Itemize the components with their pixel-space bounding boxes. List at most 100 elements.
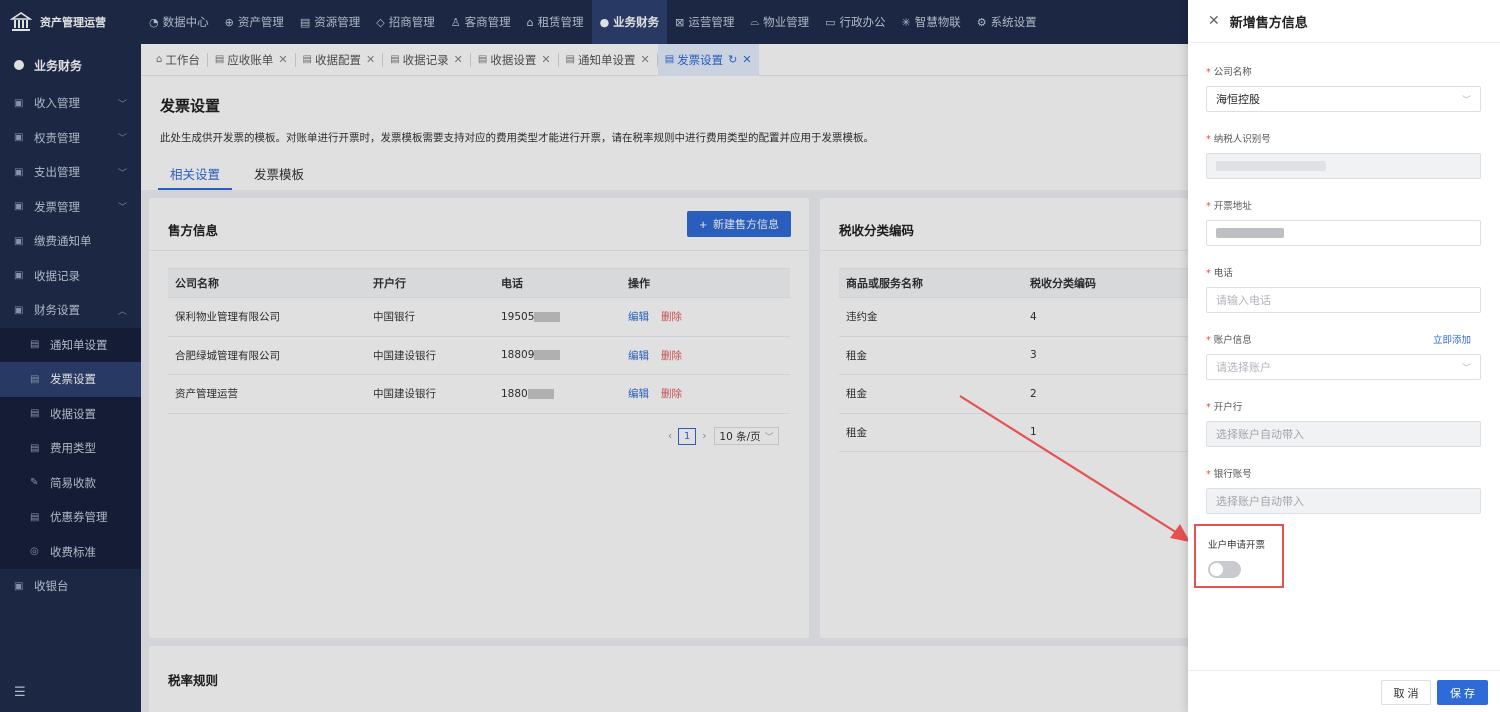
menu-icon: ▣ bbox=[14, 166, 24, 178]
brand[interactable]: 资产管理运营 bbox=[0, 0, 141, 44]
divider bbox=[820, 250, 1188, 251]
sidebar-subitem-3[interactable]: ▤ 费用类型 bbox=[0, 431, 141, 466]
nav-label: 智慧物联 bbox=[914, 15, 961, 29]
new-seller-label: 新建售方信息 bbox=[713, 219, 779, 231]
prev-page-icon[interactable]: ‹ bbox=[668, 430, 672, 442]
menu-icon: ▤ bbox=[30, 408, 40, 420]
column-header: 电话 bbox=[494, 268, 621, 298]
edit-link[interactable]: 编辑 bbox=[628, 388, 649, 400]
sidebar-item-0[interactable]: ▣ 收入管理 ﹀ bbox=[0, 86, 141, 121]
nav-item-5[interactable]: ⌂ 租赁管理 bbox=[519, 0, 592, 44]
page-tab-1[interactable]: ▤ 应收账单 ✕ bbox=[208, 44, 295, 76]
sidebar-subitem-1[interactable]: ▤ 发票设置 bbox=[0, 362, 141, 397]
chevron-down-icon: ﹀ bbox=[764, 432, 774, 443]
nav-item-3[interactable]: ◇ 招商管理 bbox=[368, 0, 442, 44]
nav-label: 行政办公 bbox=[839, 15, 886, 29]
nav-icon: ✳ bbox=[901, 15, 911, 29]
taxpayer-id-label: 纳税人识别号 bbox=[1213, 134, 1271, 145]
page-tab-6[interactable]: ▤ 发票设置 ↻ ✕ bbox=[657, 43, 759, 76]
company-label: 公司名称 bbox=[1213, 67, 1252, 78]
tax-code-table: 商品或服务名称 税收分类编码 违约金 4 租金 3 租金 2 租金 1 bbox=[839, 268, 1188, 452]
delete-link[interactable]: 删除 bbox=[661, 388, 682, 400]
edit-link[interactable]: 编辑 bbox=[628, 311, 649, 323]
company-select[interactable]: 海恒控股 ﹀ bbox=[1206, 86, 1481, 112]
sidebar-subitem-0[interactable]: ▤ 通知单设置 bbox=[0, 328, 141, 363]
sidebar-item-6[interactable]: ▣ 财务设置 ︿ bbox=[0, 293, 141, 328]
close-tab-icon[interactable]: ✕ bbox=[742, 53, 751, 66]
nav-item-8[interactable]: ⌓ 物业管理 bbox=[742, 0, 817, 44]
invoice-address-input[interactable] bbox=[1206, 220, 1481, 246]
phone-cell: 18809 bbox=[494, 336, 621, 375]
sidebar-item-4[interactable]: ▣ 缴费通知单 bbox=[0, 224, 141, 259]
nav-item-11[interactable]: ⚙ 系统设置 bbox=[969, 0, 1045, 44]
tab-invoice-templates[interactable]: 发票模板 bbox=[242, 164, 316, 190]
nav-item-7[interactable]: ⊠ 运营管理 bbox=[667, 0, 742, 44]
page-tab-3[interactable]: ▤ 收据记录 ✕ bbox=[383, 44, 470, 76]
new-seller-button[interactable]: + 新建售方信息 bbox=[687, 211, 791, 237]
sidebar-item-5[interactable]: ▣ 收据记录 bbox=[0, 259, 141, 294]
sidebar-item-2[interactable]: ▣ 支出管理 ﹀ bbox=[0, 155, 141, 190]
sidebar-item-cashier[interactable]: ▣ 收银台 bbox=[0, 569, 141, 604]
tab-label: 工作台 bbox=[165, 52, 200, 67]
edit-link[interactable]: 编辑 bbox=[628, 350, 649, 362]
owner-invoice-switch[interactable] bbox=[1208, 561, 1241, 578]
sidebar-item-3[interactable]: ▣ 发票管理 ﹀ bbox=[0, 190, 141, 225]
page-number-button[interactable]: 1 bbox=[678, 427, 697, 445]
collapse-menu-icon[interactable]: ☰ bbox=[14, 685, 26, 700]
table-row: 违约金 4 bbox=[839, 297, 1188, 337]
close-icon[interactable]: ✕ bbox=[1208, 13, 1220, 29]
close-tab-icon[interactable]: ✕ bbox=[541, 53, 550, 66]
bank-cell: 中国银行 bbox=[366, 297, 494, 337]
menu-icon: ▣ bbox=[14, 97, 24, 109]
nav-icon: ⌂ bbox=[526, 15, 534, 29]
sidebar-item-label: 收银台 bbox=[34, 579, 69, 594]
invoice-address-label: 开票地址 bbox=[1213, 201, 1252, 212]
sidebar-subitem-4[interactable]: ✎ 简易收款 bbox=[0, 466, 141, 501]
nav-icon: ⊕ bbox=[224, 15, 234, 29]
next-page-icon[interactable]: › bbox=[702, 430, 706, 442]
sidebar-header-label: 业务财务 bbox=[34, 58, 83, 73]
nav-item-10[interactable]: ✳ 智慧物联 bbox=[894, 0, 969, 44]
delete-link[interactable]: 删除 bbox=[661, 350, 682, 362]
sidebar-subitem-6[interactable]: ◎ 收费标准 bbox=[0, 535, 141, 570]
card-title: 税率规则 bbox=[168, 673, 219, 688]
page-tab-4[interactable]: ▤ 收据设置 ✕ bbox=[471, 44, 558, 76]
tab-icon: ⌂ bbox=[156, 54, 163, 65]
sidebar-menu: ▣ 收入管理 ﹀ ▣ 权责管理 ﹀ ▣ 支出管理 ﹀ ▣ 发票管理 ﹀ ▣ 缴费通知单 ▣ 收据记录 ▣ 财务设置… bbox=[0, 86, 141, 328]
close-tab-icon[interactable]: ✕ bbox=[366, 53, 375, 66]
account-select[interactable]: 请选择账户 ﹀ bbox=[1206, 354, 1481, 380]
nav-item-1[interactable]: ⊕ 资产管理 bbox=[217, 0, 292, 44]
close-tab-icon[interactable]: ✕ bbox=[278, 53, 287, 66]
nav-item-4[interactable]: ♙ 客商管理 bbox=[443, 0, 519, 44]
nav-item-9[interactable]: ▭ 行政办公 bbox=[817, 0, 893, 44]
close-tab-icon[interactable]: ✕ bbox=[641, 53, 650, 66]
tab-icon: ▤ bbox=[565, 54, 575, 65]
drawer-header: ✕ 新增售方信息 bbox=[1188, 0, 1500, 43]
sidebar-subitem-5[interactable]: ▤ 优惠券管理 bbox=[0, 500, 141, 535]
sidebar-item-label: 费用类型 bbox=[50, 441, 96, 456]
phone-input[interactable]: 请输入电话 bbox=[1206, 287, 1481, 313]
bank-input[interactable]: 选择账户自动带入 bbox=[1206, 421, 1481, 447]
page-tab-0[interactable]: ⌂ 工作台 bbox=[149, 44, 207, 76]
nav-item-0[interactable]: ◔ 数据中心 bbox=[141, 0, 217, 44]
page-tab-5[interactable]: ▤ 通知单设置 ✕ bbox=[559, 44, 657, 76]
sidebar-item-1[interactable]: ▣ 权责管理 ﹀ bbox=[0, 121, 141, 156]
chevron-down-icon: ﹀ bbox=[1461, 95, 1471, 106]
nav-item-6[interactable]: ● 业务财务 bbox=[591, 0, 668, 44]
page-tab-2[interactable]: ▤ 收据配置 ✕ bbox=[296, 44, 383, 76]
delete-link[interactable]: 删除 bbox=[661, 311, 682, 323]
taxpayer-id-input[interactable] bbox=[1206, 153, 1481, 179]
page-size-select[interactable]: 10 条/页 ﹀ bbox=[714, 427, 779, 445]
tab-related-settings[interactable]: 相关设置 bbox=[158, 164, 233, 190]
bank-account-input[interactable]: 选择账户自动带入 bbox=[1206, 488, 1481, 514]
page-title: 发票设置 bbox=[160, 97, 221, 115]
sidebar-subitem-2[interactable]: ▤ 收据设置 bbox=[0, 397, 141, 432]
service-name-cell: 租金 bbox=[839, 374, 1023, 414]
close-tab-icon[interactable]: ✕ bbox=[454, 53, 463, 66]
refresh-icon[interactable]: ↻ bbox=[728, 53, 737, 66]
cancel-button[interactable]: 取 消 bbox=[1381, 680, 1431, 705]
nav-item-2[interactable]: ▤ 资源管理 bbox=[292, 0, 368, 44]
redacted-value bbox=[1216, 161, 1326, 171]
add-account-link[interactable]: 立即添加 bbox=[1433, 332, 1471, 346]
save-button[interactable]: 保 存 bbox=[1437, 680, 1488, 705]
